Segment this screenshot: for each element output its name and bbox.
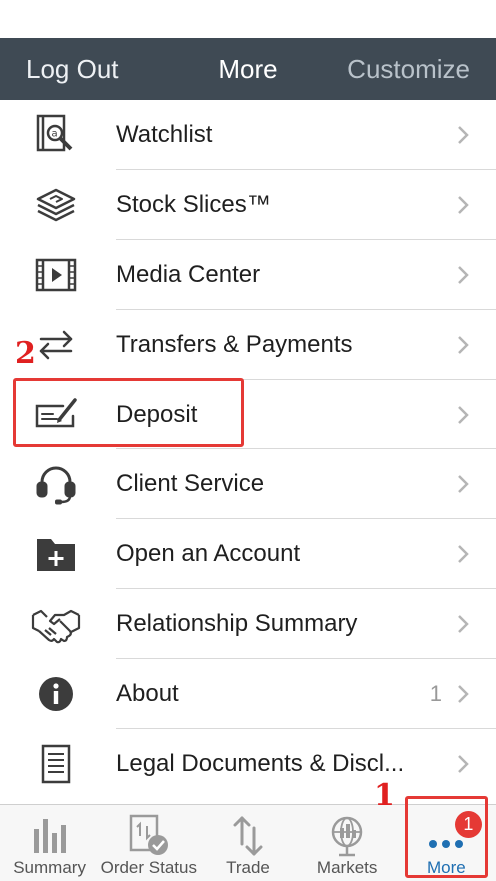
menu-item-label: Relationship Summary bbox=[116, 610, 358, 638]
menu-item-open-account[interactable]: Open an Account bbox=[0, 519, 496, 590]
bar-chart-icon bbox=[27, 813, 73, 859]
menu-item-label: Watchlist bbox=[116, 120, 213, 148]
chevron-right-icon bbox=[456, 473, 470, 495]
log-out-button[interactable]: Log Out bbox=[26, 54, 119, 85]
chevron-right-icon bbox=[456, 264, 470, 286]
check-deposit-icon bbox=[28, 387, 84, 443]
menu-item-relationship-summary[interactable]: Relationship Summary bbox=[0, 589, 496, 660]
menu-item-transfers-payments[interactable]: Transfers & Payments bbox=[0, 310, 496, 380]
chevron-right-icon bbox=[456, 613, 470, 635]
menu-item-label: Transfers & Payments bbox=[116, 330, 353, 358]
tab-summary[interactable]: Summary bbox=[0, 805, 99, 881]
chevron-right-icon bbox=[456, 683, 470, 705]
trade-arrows-icon bbox=[225, 813, 271, 859]
menu-item-label: Media Center bbox=[116, 260, 261, 288]
tab-trade[interactable]: Trade bbox=[198, 805, 297, 881]
annotation-step-2: 2 bbox=[15, 336, 36, 371]
menu-item-label: Deposit bbox=[116, 400, 198, 428]
tab-order-status[interactable]: Order Status bbox=[99, 805, 198, 881]
menu-item-label: About bbox=[116, 680, 179, 708]
chevron-right-icon bbox=[456, 194, 470, 216]
status-bar-area bbox=[0, 0, 496, 38]
tab-markets[interactable]: Markets bbox=[298, 805, 397, 881]
stock-slices-icon bbox=[28, 177, 84, 233]
chevron-right-icon bbox=[456, 124, 470, 146]
transfer-arrows-icon bbox=[28, 317, 84, 373]
tab-more[interactable]: 1 More bbox=[397, 805, 496, 881]
tab-label: Trade bbox=[226, 858, 270, 877]
svg-text:a: a bbox=[52, 128, 58, 139]
document-icon bbox=[28, 736, 84, 792]
menu-item-media-center[interactable]: Media Center bbox=[0, 240, 496, 310]
tab-label: Order Status bbox=[100, 858, 197, 877]
menu-item-about[interactable]: About 1 bbox=[0, 659, 496, 730]
chevron-right-icon bbox=[456, 753, 470, 775]
annotation-step-1: 1 bbox=[374, 778, 395, 813]
headset-icon bbox=[28, 456, 84, 512]
tab-label: Summary bbox=[13, 858, 86, 877]
chevron-right-icon bbox=[456, 404, 470, 426]
menu-item-label: Client Service bbox=[116, 470, 265, 498]
menu-item-watchlist[interactable]: a Watchlist bbox=[0, 100, 496, 170]
media-center-icon bbox=[28, 247, 84, 303]
tab-label: More bbox=[426, 858, 466, 877]
navigation-bar: Log Out More Customize bbox=[0, 38, 496, 100]
tab-label: Markets bbox=[316, 858, 378, 877]
folder-add-icon bbox=[28, 526, 84, 582]
menu-item-label: Stock Slices™ bbox=[116, 190, 271, 218]
notification-badge: 1 bbox=[454, 811, 482, 838]
order-status-icon bbox=[126, 813, 172, 859]
info-icon bbox=[28, 666, 84, 722]
watchlist-icon: a bbox=[28, 107, 84, 163]
menu-item-legal-documents[interactable]: Legal Documents & Discl... bbox=[0, 729, 496, 799]
menu-item-client-service[interactable]: Client Service bbox=[0, 449, 496, 520]
menu-item-label: Legal Documents & Discl... bbox=[116, 749, 405, 777]
customize-button[interactable]: Customize bbox=[347, 54, 470, 85]
menu-item-deposit[interactable]: Deposit bbox=[0, 380, 496, 450]
menu-item-label: Open an Account bbox=[116, 540, 301, 568]
globe-chart-icon bbox=[324, 813, 370, 859]
menu-item-stock-slices[interactable]: Stock Slices™ bbox=[0, 170, 496, 240]
tab-bar: Summary Order Status Trade Markets 1 Mor… bbox=[0, 804, 496, 881]
handshake-icon bbox=[28, 596, 84, 652]
about-count: 1 bbox=[429, 681, 442, 707]
more-menu-list: a Watchlist Stock Slices™ Media Center T… bbox=[0, 100, 496, 799]
chevron-right-icon bbox=[456, 334, 470, 356]
chevron-right-icon bbox=[456, 543, 470, 565]
